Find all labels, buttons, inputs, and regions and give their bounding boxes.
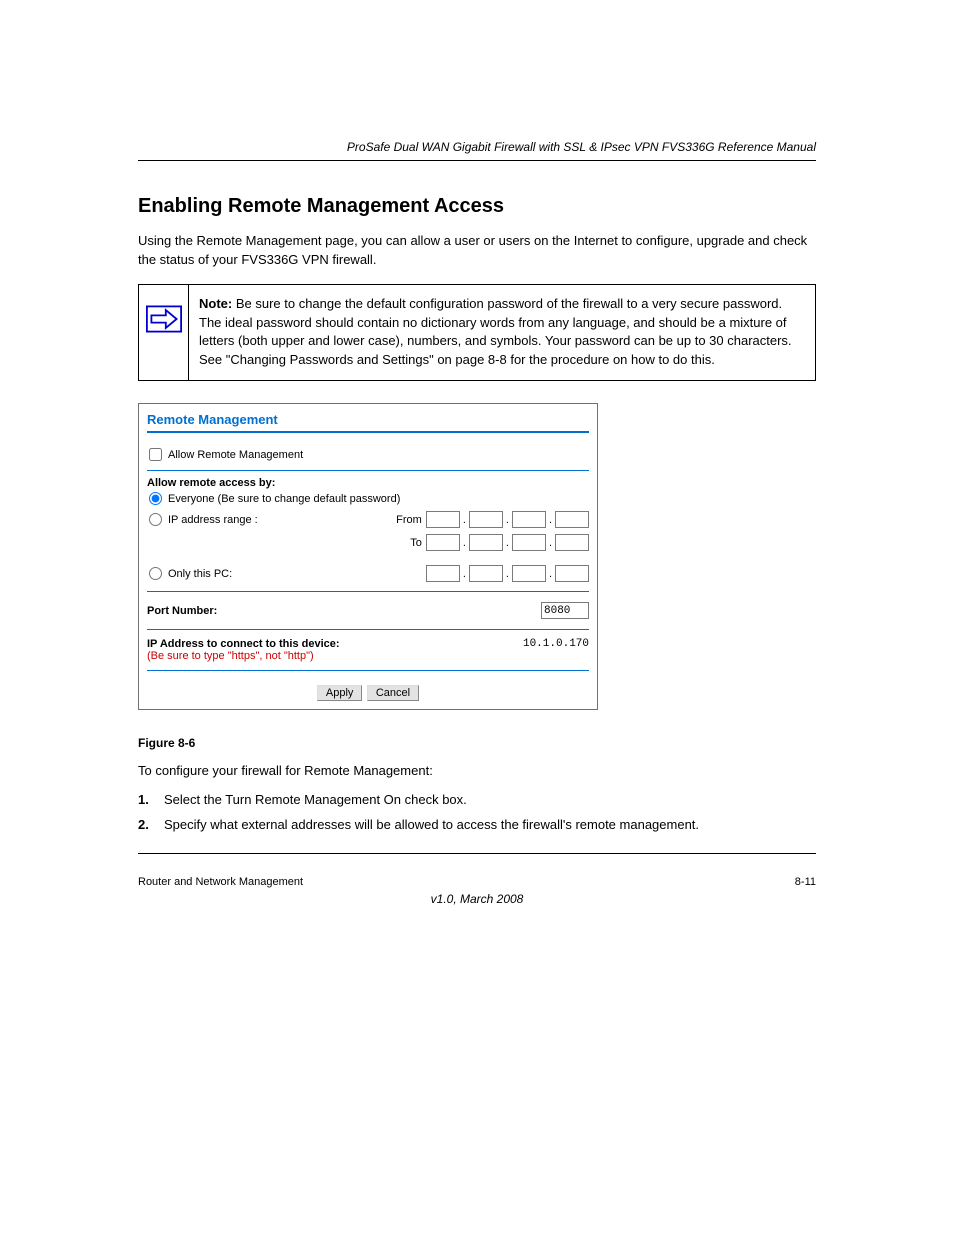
steps-list: 1. Select the Turn Remote Management On …: [138, 791, 816, 835]
doc-header-right: ProSafe Dual WAN Gigabit Firewall with S…: [138, 140, 816, 154]
section-heading: Enabling Remote Management Access: [138, 195, 816, 218]
note-label: Note:: [199, 296, 232, 311]
radio-iprange[interactable]: [149, 513, 162, 526]
connect-addr-hint: (Be sure to type "https", not "http"): [147, 650, 340, 662]
note-icon-cell: [139, 284, 189, 380]
radio-onlypc[interactable]: [149, 567, 162, 580]
connect-addr-ip: 10.1.0.170: [523, 638, 589, 650]
step-2-num: 2.: [138, 816, 164, 835]
note-body-cell: Note: Be sure to change the default conf…: [189, 284, 816, 380]
to-ip-4[interactable]: [555, 534, 589, 551]
step-1-num: 1.: [138, 791, 164, 810]
bottom-rule: [138, 853, 816, 854]
panel-rule-3: [147, 629, 589, 630]
to-label: To: [388, 537, 422, 549]
allow-by-subhead: Allow remote access by:: [147, 477, 589, 489]
step-1: 1. Select the Turn Remote Management On …: [138, 791, 816, 810]
note-text-b: for the procedure on how to do this.: [507, 352, 715, 367]
to-ip-2[interactable]: [469, 534, 503, 551]
panel-rule-2: [147, 591, 589, 592]
footer-left: Router and Network Management: [138, 876, 303, 888]
apply-button[interactable]: Apply: [317, 685, 363, 701]
allow-remote-checkbox[interactable]: [149, 448, 162, 461]
intro-paragraph: Using the Remote Management page, you ca…: [138, 232, 816, 270]
from-ip-2[interactable]: [469, 511, 503, 528]
radio-onlypc-label: Only this PC:: [168, 568, 232, 580]
panel-rule-4: [147, 670, 589, 671]
from-ip-4[interactable]: [555, 511, 589, 528]
footer-rev: v1.0, March 2008: [138, 892, 816, 906]
onlypc-ip-4[interactable]: [555, 565, 589, 582]
config-intro: To configure your firewall for Remote Ma…: [138, 762, 816, 781]
allow-remote-label: Allow Remote Management: [168, 449, 303, 461]
note-box: Note: Be sure to change the default conf…: [138, 284, 816, 381]
onlypc-ip-1[interactable]: [426, 565, 460, 582]
radio-everyone-label: Everyone (Be sure to change default pass…: [168, 493, 400, 505]
from-ip-1[interactable]: [426, 511, 460, 528]
to-ip-1[interactable]: [426, 534, 460, 551]
panel-rule-1: [147, 470, 589, 471]
port-number-input[interactable]: [541, 602, 589, 619]
figure-caption: Figure 8-6: [138, 736, 816, 750]
panel-title: Remote Management: [147, 410, 589, 431]
port-number-label: Port Number:: [147, 605, 217, 617]
top-rule: [138, 160, 816, 161]
note-link: "Changing Passwords and Settings" on pag…: [226, 352, 507, 367]
from-label: From: [388, 514, 422, 526]
arrow-right-icon: [146, 305, 182, 333]
step-2-text: Specify what external addresses will be …: [164, 816, 699, 835]
step-2: 2. Specify what external addresses will …: [138, 816, 816, 835]
onlypc-ip-2[interactable]: [469, 565, 503, 582]
cancel-button[interactable]: Cancel: [367, 685, 419, 701]
connect-addr-label: IP Address to connect to this device:: [147, 638, 340, 650]
onlypc-ip-3[interactable]: [512, 565, 546, 582]
step-1-text: Select the Turn Remote Management On che…: [164, 791, 467, 810]
radio-iprange-label: IP address range :: [168, 514, 258, 526]
remote-management-panel: Remote Management Allow Remote Managemen…: [138, 403, 598, 710]
radio-everyone[interactable]: [149, 492, 162, 505]
footer-right: 8-11: [795, 876, 816, 888]
to-ip-3[interactable]: [512, 534, 546, 551]
from-ip-3[interactable]: [512, 511, 546, 528]
panel-title-rule: [147, 431, 589, 433]
